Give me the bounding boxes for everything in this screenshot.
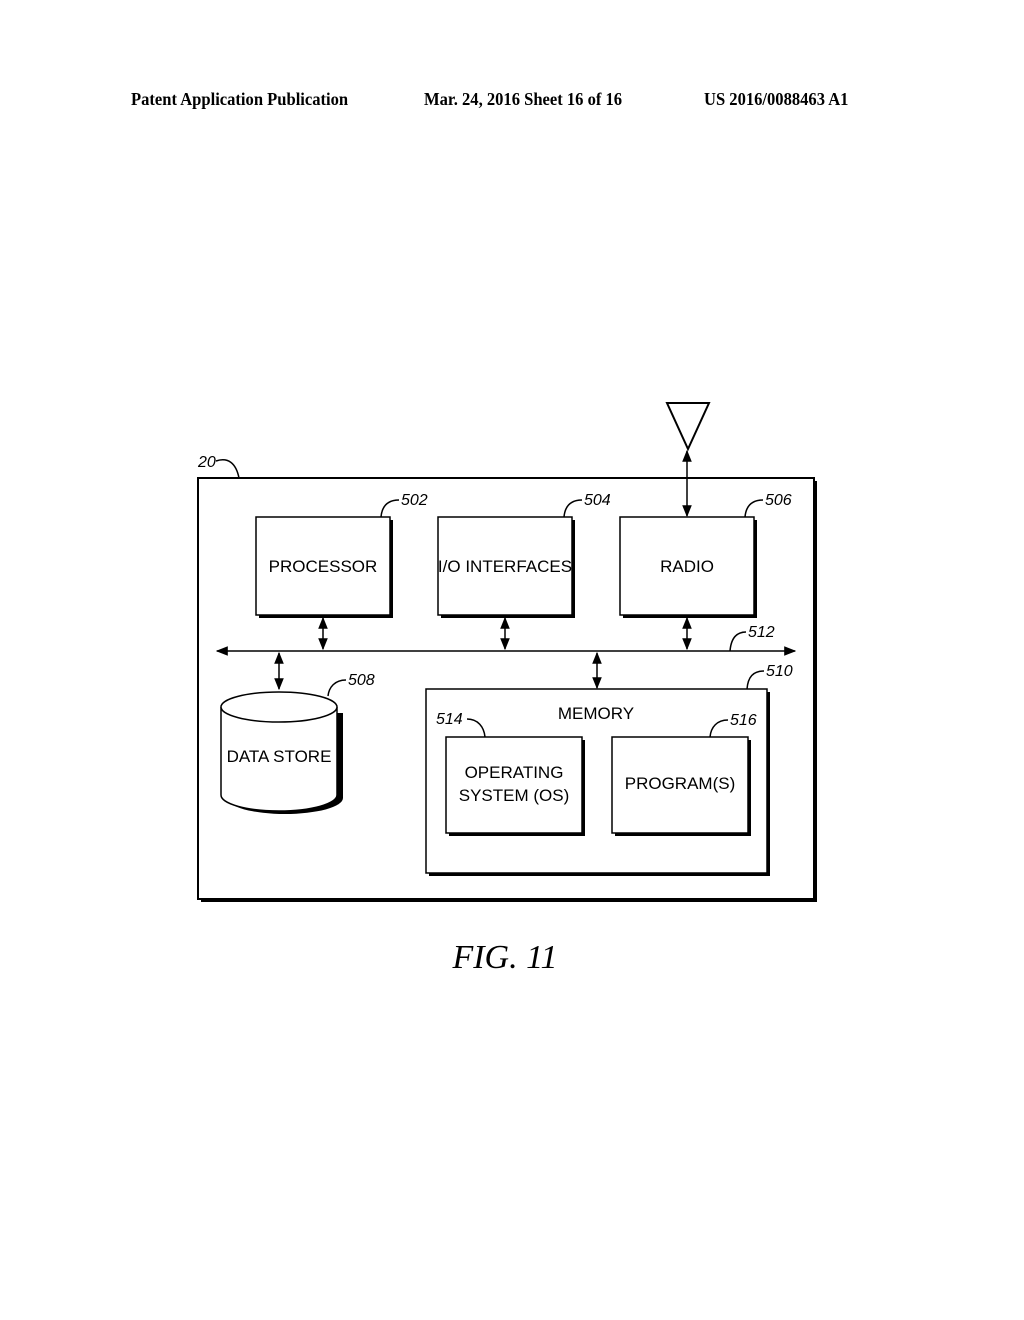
figure-label: FIG. 11 <box>451 939 557 976</box>
os-label-line1: OPERATING <box>465 763 564 782</box>
programs-ref: 516 <box>730 712 757 729</box>
data-store-ref: 508 <box>348 672 375 689</box>
memory-ref: 510 <box>766 663 793 680</box>
device-ref: 20 <box>197 454 216 471</box>
data-store-label: DATA STORE <box>227 747 332 766</box>
memory-label: MEMORY <box>558 704 634 723</box>
processor-label: PROCESSOR <box>269 557 378 576</box>
block-diagram: 20 PROCESSOR 502 I/O INTERFACES 504 RADI… <box>197 402 817 976</box>
device-ref-leader <box>215 459 240 479</box>
bus-ref: 512 <box>748 624 775 641</box>
radio-label: RADIO <box>660 557 714 576</box>
processor-ref: 502 <box>401 492 428 509</box>
processor-block: PROCESSOR <box>255 516 393 618</box>
programs-label: PROGRAM(S) <box>625 774 736 793</box>
antenna-icon <box>665 402 711 452</box>
io-interfaces-ref: 504 <box>584 492 611 509</box>
operating-system-block: OPERATING SYSTEM (OS) <box>445 736 585 836</box>
data-store-cylinder: DATA STORE <box>220 691 343 814</box>
radio-block: RADIO <box>619 516 757 618</box>
radio-ref: 506 <box>765 492 792 509</box>
programs-block: PROGRAM(S) <box>611 736 751 836</box>
os-ref: 514 <box>436 711 463 728</box>
io-interfaces-block: I/O INTERFACES <box>437 516 575 618</box>
io-interfaces-label: I/O INTERFACES <box>438 557 572 576</box>
os-label-line2: SYSTEM (OS) <box>459 786 570 805</box>
